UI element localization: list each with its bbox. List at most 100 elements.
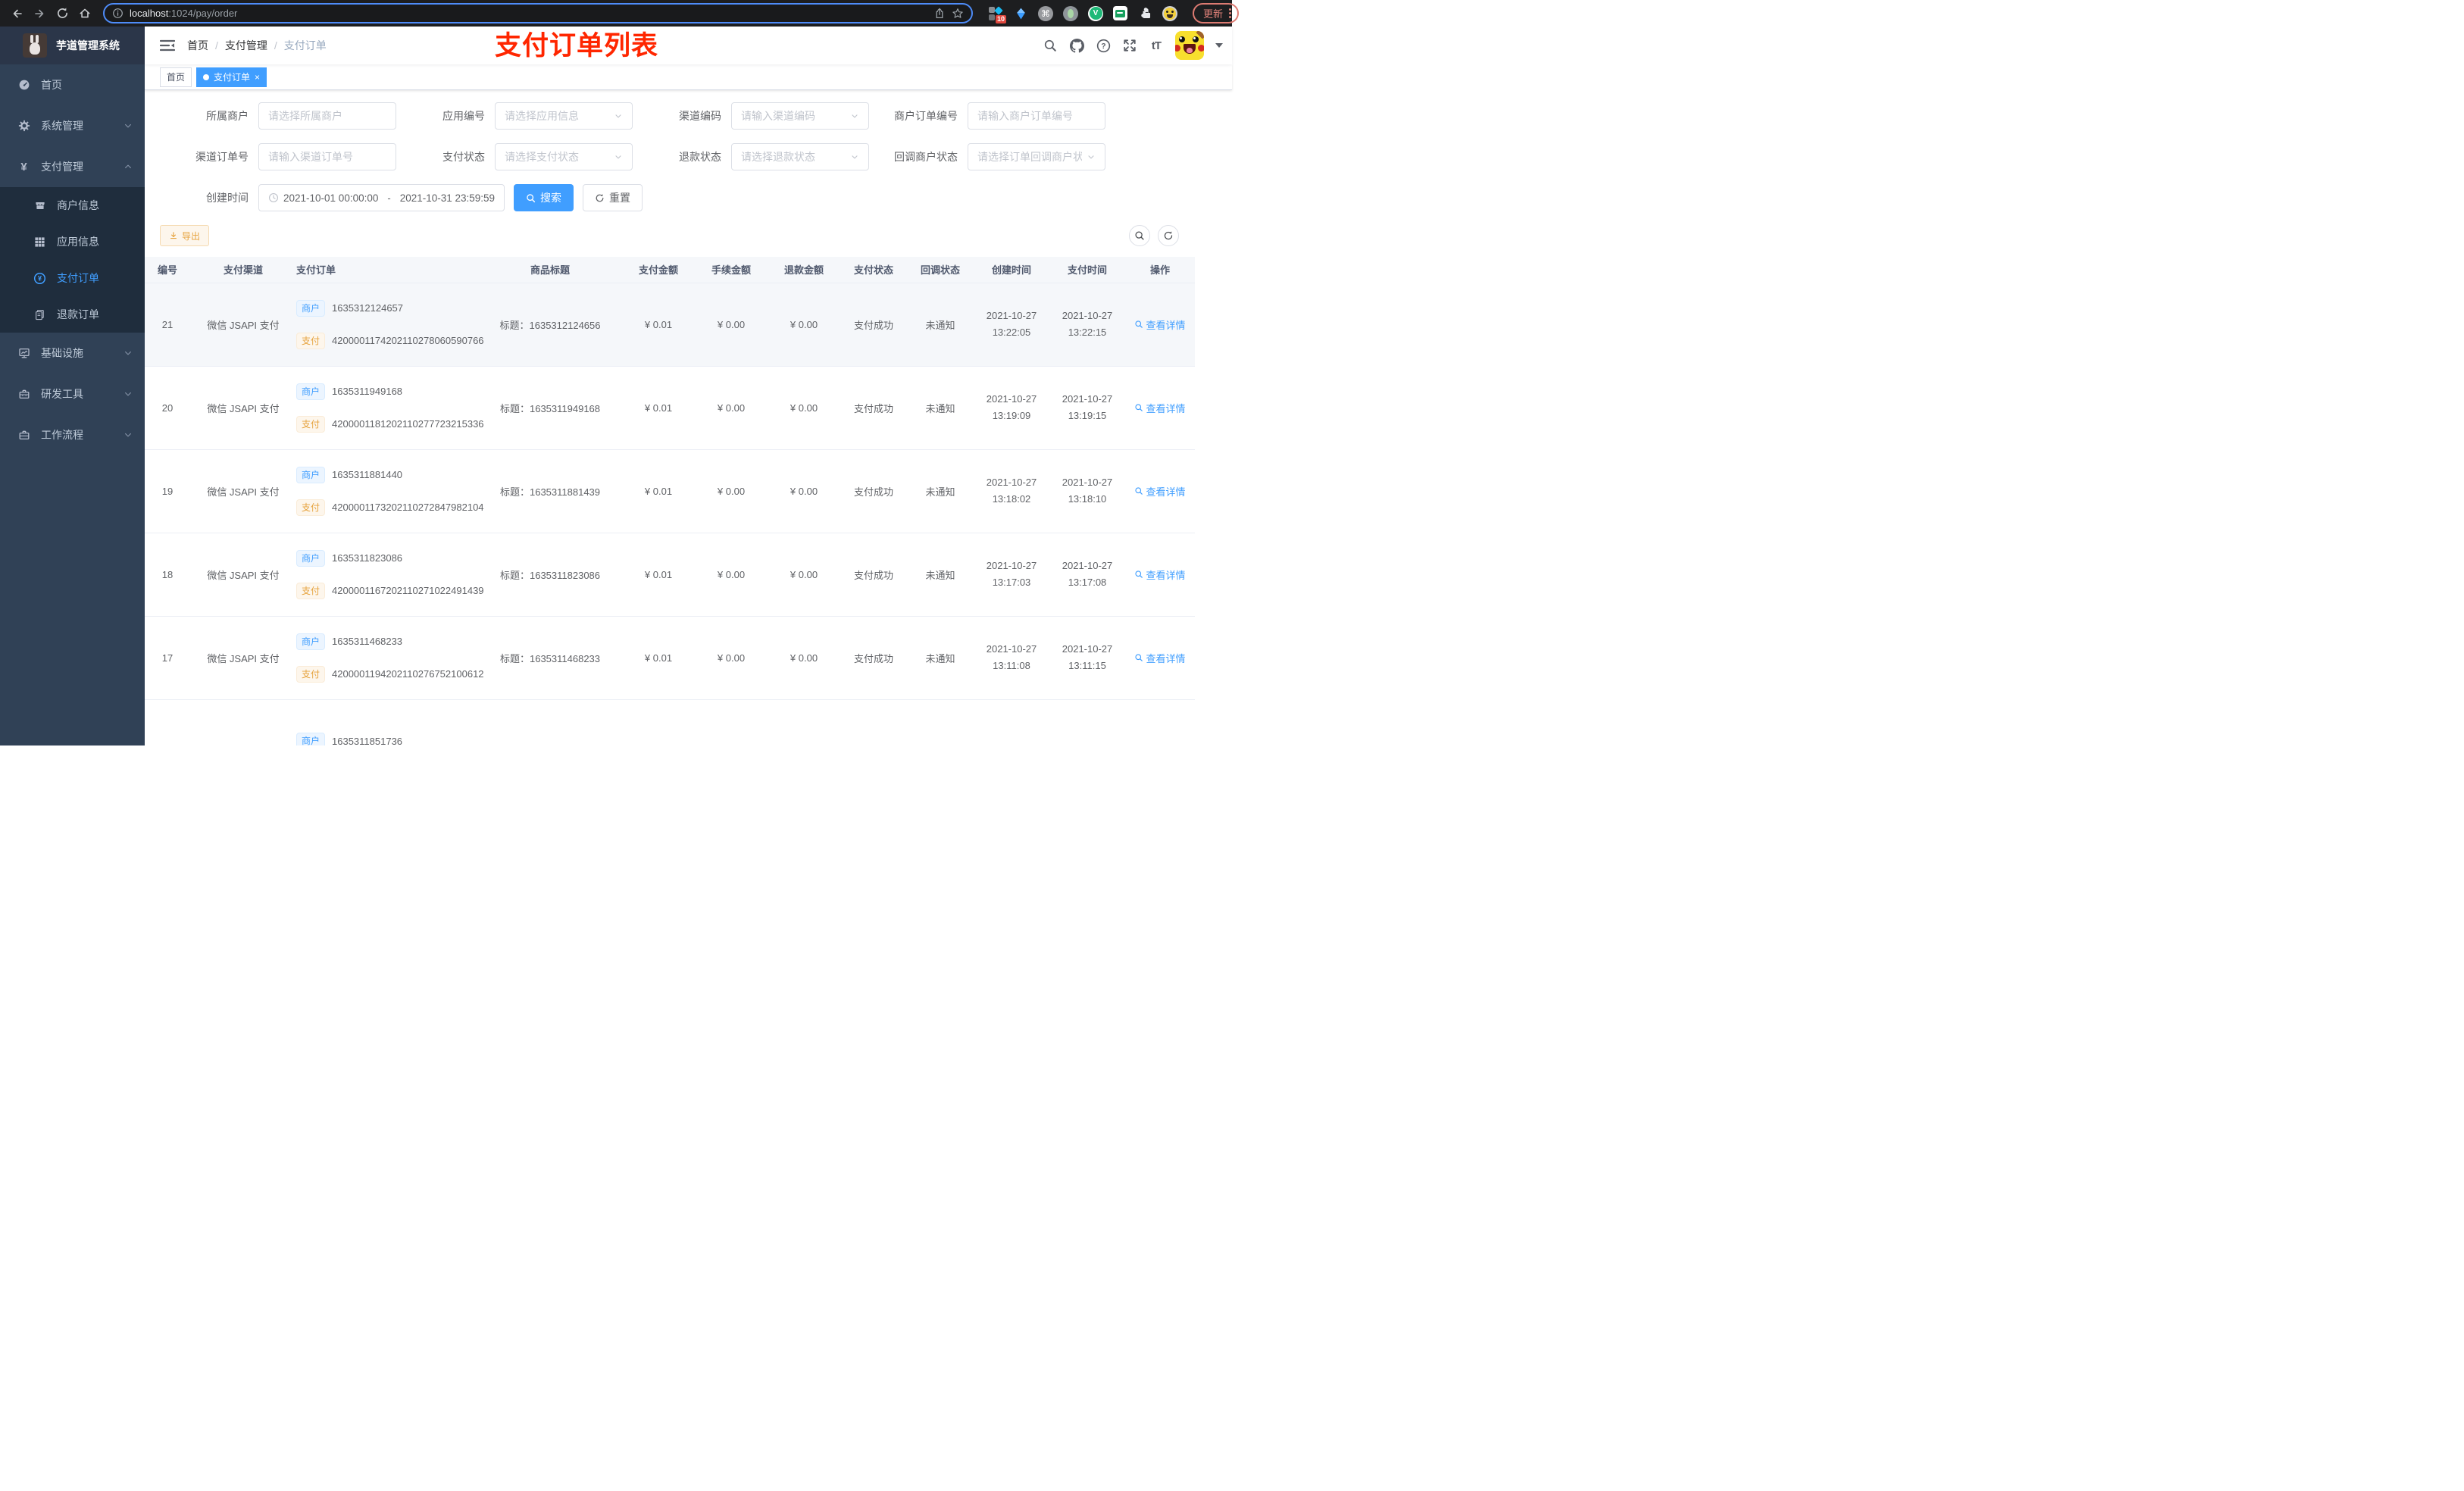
extensions-puzzle-icon[interactable] [1137, 6, 1152, 21]
sidebar-item-workflow[interactable]: 工作流程 [0, 414, 145, 455]
info-icon[interactable] [112, 8, 124, 19]
reset-button[interactable]: 重置 [583, 184, 643, 211]
browser-menu-icon[interactable] [1229, 8, 1232, 18]
fee-amount: ¥ 0.00 [717, 402, 746, 414]
breadcrumb: 首页 / 支付管理 / 支付订单 [187, 38, 327, 53]
update-button[interactable]: 更新 [1193, 3, 1240, 23]
view-detail-link[interactable]: 查看详情 [1134, 401, 1186, 415]
col-fee: 手续金额 [695, 257, 768, 283]
sidebar-item-infra[interactable]: 基础设施 [0, 333, 145, 374]
sidebar-item-devtools[interactable]: 研发工具 [0, 374, 145, 414]
avatar[interactable] [1175, 31, 1204, 60]
reload-icon[interactable] [53, 5, 71, 23]
sidebar-item-refund-order[interactable]: 退款订单 [0, 296, 145, 333]
channel-pay-no: 4200001181202110277723215336 [332, 418, 484, 430]
pay-tag: 支付 [296, 332, 326, 349]
breadcrumb-pay[interactable]: 支付管理 [225, 38, 267, 53]
channel-pay-no: 4200001174202110278060590766 [332, 335, 484, 346]
pay-time: 13:17:08 [1068, 577, 1107, 588]
col-refund: 退款金额 [768, 257, 840, 283]
font-size-icon[interactable]: tT [1149, 38, 1164, 53]
sidebar-collapse-icon[interactable] [160, 38, 175, 53]
avatar-caret-icon[interactable] [1215, 43, 1223, 48]
filter-label: 回调商户状态 [894, 151, 958, 163]
channel-order-no-field[interactable] [268, 151, 386, 163]
notify-status: 未通知 [925, 652, 955, 664]
pay-channel: 微信 JSAPI 支付 [207, 569, 280, 581]
table-body: 21 微信 JSAPI 支付 商户 1635312124657 支付 42000… [145, 283, 1195, 746]
github-icon[interactable] [1069, 38, 1084, 53]
view-detail-link[interactable]: 查看详情 [1134, 317, 1186, 332]
help-icon[interactable]: ? [1096, 38, 1111, 53]
tab-home[interactable]: 首页 [160, 67, 192, 87]
channel-order-no-input[interactable] [258, 143, 396, 170]
date-range-end[interactable]: 2021-10-31 23:59:59 [400, 192, 495, 204]
filter-label: 商户订单编号 [894, 110, 958, 122]
extension-vue-icon[interactable]: V [1088, 5, 1103, 21]
extension-pin-icon[interactable] [1013, 6, 1028, 21]
sidebar-item-pay-order[interactable]: ¥ 支付订单 [0, 260, 145, 296]
fullscreen-icon[interactable] [1122, 38, 1137, 53]
order-id: 21 [161, 318, 174, 330]
date-range-separator: - [387, 192, 391, 204]
home-icon[interactable] [76, 5, 94, 23]
merchant-input-field[interactable] [268, 110, 386, 122]
page-annotation: 支付订单列表 [495, 31, 659, 61]
select-placeholder: 请选择订单回调商户状态 [977, 151, 1082, 163]
tab-pay-order[interactable]: 支付订单 × [196, 67, 267, 87]
breadcrumb-home[interactable]: 首页 [187, 38, 208, 53]
forward-icon[interactable] [30, 5, 48, 23]
breadcrumb-separator: / [274, 39, 277, 52]
filter-label: 渠道编码 [679, 110, 721, 122]
search-icon[interactable] [1043, 38, 1058, 53]
table-tools [1129, 225, 1179, 246]
sidebar-item-label: 商户信息 [57, 199, 99, 211]
search-button[interactable]: 搜索 [514, 184, 574, 211]
tab-close-icon[interactable]: × [255, 73, 260, 82]
notify-status: 未通知 [925, 486, 955, 498]
pay-status-select[interactable]: 请选择支付状态 [495, 143, 633, 170]
svg-text:¥: ¥ [38, 274, 42, 282]
app-title: 芋道管理系统 [56, 39, 120, 52]
url-text[interactable]: localhost:1024/pay/order [130, 8, 927, 19]
toggle-search-button[interactable] [1129, 225, 1150, 246]
vue-letter: V [1089, 7, 1102, 20]
sidebar-item-pay[interactable]: ¥ 支付管理 [0, 146, 145, 187]
merchant-order-no-input[interactable] [968, 102, 1105, 130]
extension-chat-icon[interactable] [1113, 6, 1127, 20]
extension-dot-icon[interactable] [1063, 5, 1078, 21]
extension-emoji-icon[interactable] [1162, 5, 1177, 21]
merchant-order-no-field[interactable] [977, 110, 1096, 122]
channel-code-select[interactable]: 请输入渠道编码 [731, 102, 869, 130]
back-icon[interactable] [8, 5, 26, 23]
chevron-down-icon [124, 389, 133, 399]
refresh-button[interactable] [1158, 225, 1179, 246]
order-id: 17 [161, 652, 174, 664]
sidebar-item-merchant[interactable]: 商户信息 [0, 187, 145, 223]
date-range-start[interactable]: 2021-10-01 00:00:00 [283, 192, 378, 204]
extension-tiles-icon[interactable]: 10 [988, 5, 1006, 23]
extension-command-icon[interactable]: ⌘ [1038, 5, 1053, 21]
app-logo-row[interactable]: 芋道管理系统 [0, 27, 145, 64]
view-detail-link[interactable]: 查看详情 [1134, 651, 1186, 665]
sidebar-item-application[interactable]: 应用信息 [0, 223, 145, 260]
refund-status-select[interactable]: 请选择退款状态 [731, 143, 869, 170]
view-detail-link[interactable]: 查看详情 [1134, 484, 1186, 499]
sidebar-item-home[interactable]: 首页 [0, 64, 145, 105]
address-bar[interactable]: localhost:1024/pay/order [103, 3, 973, 23]
date-range-picker[interactable]: 2021-10-01 00:00:00 - 2021-10-31 23:59:5… [258, 184, 505, 211]
export-button[interactable]: 导出 [160, 225, 210, 246]
app-select[interactable]: 请选择应用信息 [495, 102, 633, 130]
filter-channel-code: 渠道编码 请输入渠道编码 [633, 102, 869, 130]
notify-status-select[interactable]: 请选择订单回调商户状态 [968, 143, 1105, 170]
tab-label: 支付订单 [214, 72, 251, 83]
search-button-label: 搜索 [540, 192, 561, 204]
filter-merchant-order-no: 商户订单编号 [869, 102, 1105, 130]
merchant-input[interactable] [258, 102, 396, 130]
share-icon[interactable] [933, 8, 946, 20]
sidebar-item-system[interactable]: 系统管理 [0, 105, 145, 146]
view-detail-label: 查看详情 [1146, 652, 1186, 664]
bookmark-star-icon[interactable] [952, 8, 964, 20]
pay-date: 2021-10-27 [1062, 393, 1113, 405]
view-detail-link[interactable]: 查看详情 [1134, 567, 1186, 582]
